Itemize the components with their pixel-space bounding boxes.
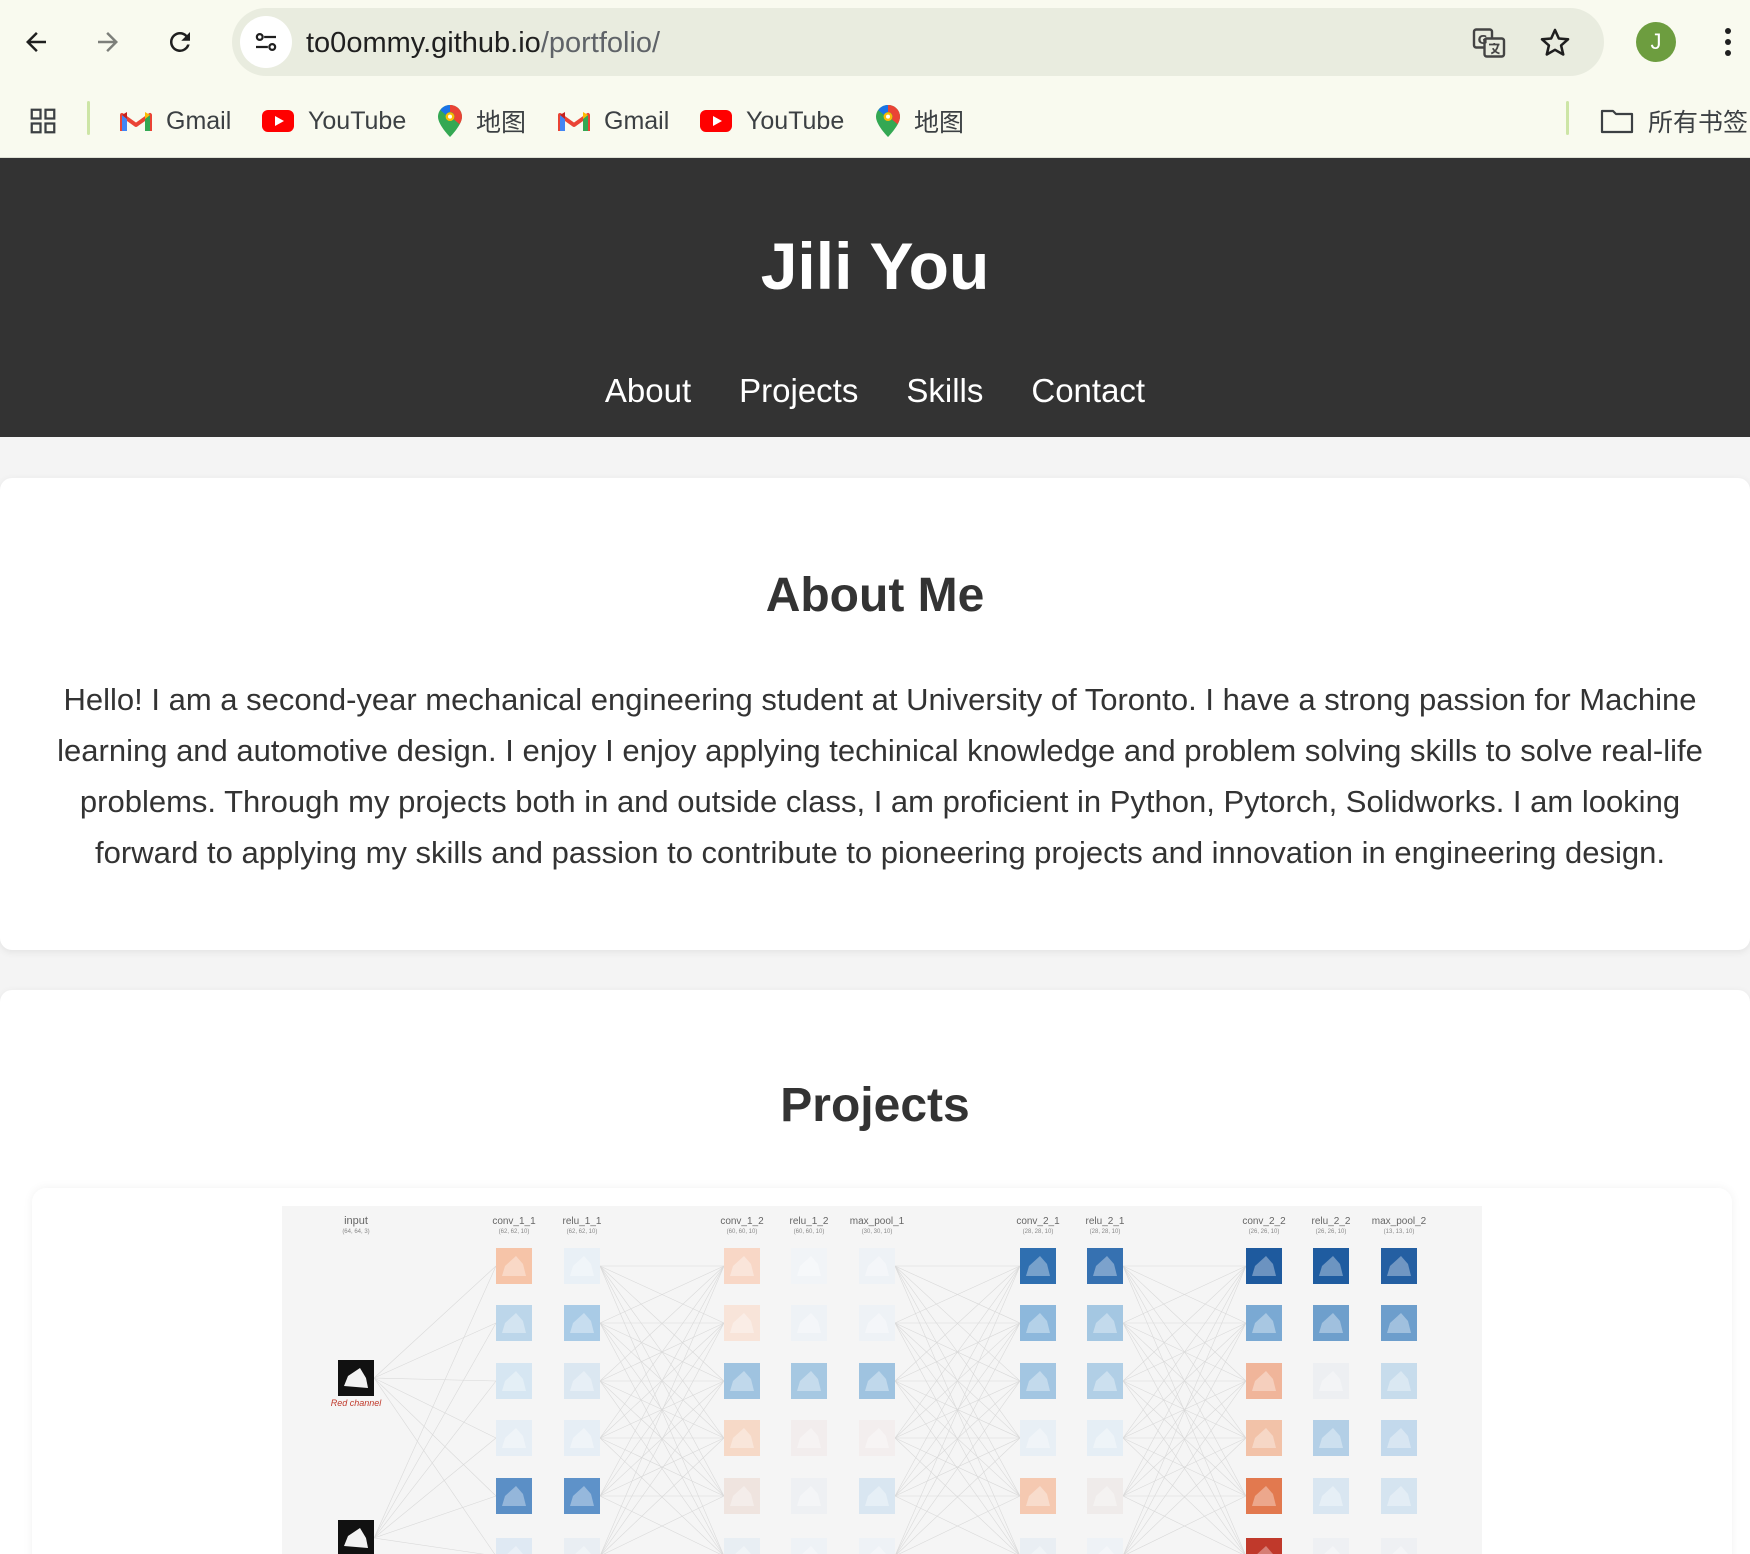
svg-text:G: G xyxy=(1478,33,1488,47)
nav-about[interactable]: About xyxy=(605,372,691,410)
arrow-left-icon xyxy=(26,32,46,52)
site-nav: About Projects Skills Contact xyxy=(0,372,1750,410)
projects-heading: Projects xyxy=(780,1079,970,1132)
layer-shape-label: (60, 60, 10) xyxy=(794,1229,825,1235)
maps-icon xyxy=(876,105,900,137)
bookmark-gmail[interactable]: Gmail xyxy=(120,99,231,143)
layer-shape-label: (30, 30, 10) xyxy=(862,1229,893,1235)
reload-button[interactable] xyxy=(156,18,204,66)
channel-label: Red channel xyxy=(331,1398,383,1408)
layer-name-label: conv_1_2 xyxy=(720,1216,764,1227)
forward-button[interactable] xyxy=(84,18,132,66)
apps-button[interactable] xyxy=(28,99,58,143)
nav-skills[interactable]: Skills xyxy=(906,372,983,410)
translate-button[interactable]: G xyxy=(1470,24,1508,62)
bookmark-star-button[interactable] xyxy=(1536,24,1574,62)
layer-name-label: conv_2_1 xyxy=(1016,1216,1060,1227)
projects-section: Projects input (64, 64, 3) Red channel conv… xyxy=(0,990,1750,1554)
gmail-icon xyxy=(120,112,152,131)
gmail-icon xyxy=(558,112,590,131)
layer-name-label: max_pool_1 xyxy=(850,1216,905,1227)
layer-name-label: relu_2_2 xyxy=(1312,1216,1351,1227)
bookmark-label: YouTube xyxy=(308,106,407,135)
browser-toolbar: to0ommy.github.io/portfolio/ G J xyxy=(0,0,1750,85)
connection-line xyxy=(373,1377,497,1497)
layer-name-label: max_pool_2 xyxy=(1372,1216,1427,1227)
all-bookmarks-button[interactable]: 所有书签 xyxy=(1600,99,1748,143)
about-text: Hello! I am a second-year mechanical eng… xyxy=(57,682,1703,870)
connection-line xyxy=(373,1265,497,1539)
nav-contact[interactable]: Contact xyxy=(1031,372,1145,410)
layer-shape-label: (13, 13, 10) xyxy=(1384,1229,1415,1235)
nav-projects[interactable]: Projects xyxy=(739,372,858,410)
connection-line xyxy=(373,1377,497,1439)
input-layer-label: input xyxy=(344,1215,368,1227)
layer-shape-label: (28, 28, 10) xyxy=(1090,1229,1121,1235)
url-host: to0ommy.github.io xyxy=(306,27,541,59)
about-heading: About Me xyxy=(765,569,985,622)
url-text[interactable]: to0ommy.github.io/portfolio/ xyxy=(306,27,660,60)
maps-icon xyxy=(438,105,462,137)
connection-line xyxy=(373,1322,497,1379)
site-header: Jili You About Projects Skills Contact xyxy=(0,158,1750,437)
layer-shape-label: (26, 26, 10) xyxy=(1249,1229,1280,1235)
layer-name-label: relu_1_2 xyxy=(790,1216,829,1227)
all-bookmarks-label: 所有书签 xyxy=(1648,109,1749,137)
connection-line xyxy=(373,1537,485,1554)
bookmark-label: 地图 xyxy=(914,109,965,137)
back-button[interactable] xyxy=(12,18,60,66)
layer-shape-label: (60, 60, 10) xyxy=(727,1229,758,1235)
tune-icon xyxy=(255,32,277,51)
layer-name-label: conv_1_1 xyxy=(492,1216,536,1227)
bookmark-label: Gmail xyxy=(604,106,670,135)
connection-line xyxy=(373,1322,497,1539)
bookmark-label: YouTube xyxy=(746,106,845,135)
site-info-button[interactable] xyxy=(240,16,292,68)
connection-line xyxy=(373,1377,497,1382)
bookmark-youtube[interactable]: YouTube xyxy=(262,99,406,143)
layer-shape-label: (62, 62, 10) xyxy=(567,1229,598,1235)
url-path: /portfolio/ xyxy=(540,27,661,59)
layer-shape-label: (62, 62, 10) xyxy=(499,1229,530,1235)
bookmark-label: 地图 xyxy=(476,109,527,137)
cnn-visualization-image: input (64, 64, 3) Red channel conv_1_1 (62, … xyxy=(282,1206,1482,1554)
layer-name-label: relu_1_1 xyxy=(563,1216,602,1227)
bookmarks-separator xyxy=(87,101,90,135)
bookmark-label: Gmail xyxy=(166,106,232,135)
more-vert-icon xyxy=(1725,28,1731,56)
connection-line xyxy=(373,1437,497,1539)
address-bar[interactable]: to0ommy.github.io/portfolio/ G xyxy=(232,8,1604,76)
site-title: Jili You xyxy=(760,229,990,303)
layer-name-label: relu_2_1 xyxy=(1086,1216,1125,1227)
youtube-icon xyxy=(262,110,294,132)
connection-line xyxy=(373,1265,497,1379)
profile-avatar[interactable]: J xyxy=(1636,22,1676,62)
input-layer-shape: (64, 64, 3) xyxy=(342,1229,369,1235)
youtube-icon xyxy=(700,110,732,132)
folder-icon xyxy=(1600,109,1634,134)
apps-grid-icon xyxy=(30,108,56,134)
layer-shape-label: (26, 26, 10) xyxy=(1316,1229,1347,1235)
reload-icon xyxy=(169,31,190,52)
bookmark-maps[interactable]: 地图 xyxy=(876,99,964,143)
browser-menu-button[interactable] xyxy=(1714,20,1742,64)
bookmarks-bar: Gmail YouTube 地图 Gmail YouTube 地图 所有书签 xyxy=(0,85,1750,158)
connection-line xyxy=(373,1495,497,1539)
layer-shape-label: (28, 28, 10) xyxy=(1023,1229,1054,1235)
bookmark-gmail[interactable]: Gmail xyxy=(558,99,669,143)
bookmarks-separator xyxy=(1566,101,1569,135)
about-section: About Me Hello! I am a second-year mecha… xyxy=(0,478,1750,950)
translate-icon: G xyxy=(1472,28,1506,58)
bookmark-youtube[interactable]: YouTube xyxy=(700,99,844,143)
layer-name-label: conv_2_2 xyxy=(1242,1216,1286,1227)
bookmark-maps[interactable]: 地图 xyxy=(438,99,526,143)
star-icon xyxy=(1540,28,1570,56)
project-card[interactable]: input (64, 64, 3) Red channel conv_1_1 (62, … xyxy=(32,1188,1732,1554)
arrow-right-icon xyxy=(98,32,118,52)
